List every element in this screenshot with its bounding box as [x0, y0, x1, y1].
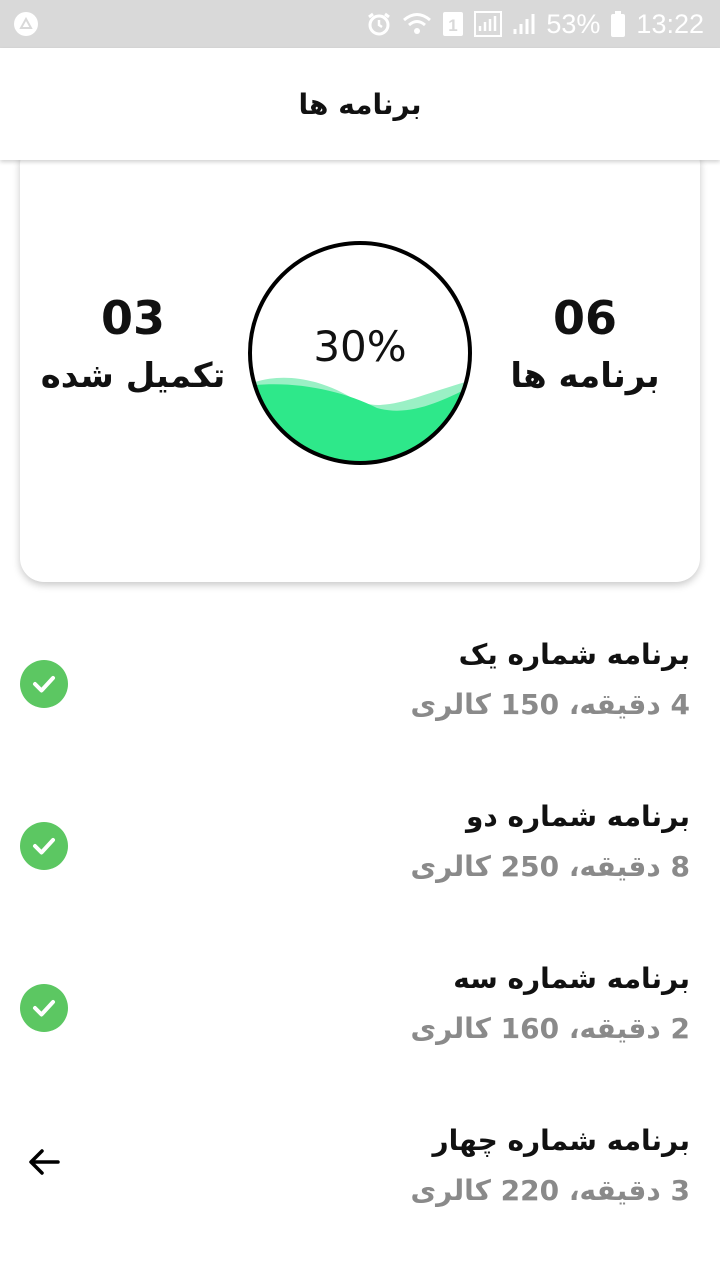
- check-circle-icon: [20, 822, 68, 870]
- battery-icon: [610, 10, 626, 38]
- programs-label: برنامه ها: [510, 356, 660, 396]
- completed-stat: 03 تکمیل شده: [38, 290, 228, 396]
- check-circle-icon: [20, 660, 68, 708]
- program-subtitle: 4 دقیقه، 150 کالری: [410, 688, 690, 721]
- program-subtitle: 8 دقیقه، 250 کالری: [410, 850, 690, 883]
- alarm-icon: [366, 11, 392, 37]
- clock: 13:22: [636, 8, 704, 39]
- program-item-3[interactable]: برنامه شماره سه 2 دقیقه، 160 کالری: [0, 924, 720, 1074]
- programs-count: 06: [552, 291, 617, 345]
- app-notification-icon: [14, 12, 38, 36]
- program-title: برنامه شماره سه: [453, 962, 690, 995]
- program-title: برنامه شماره دو: [465, 800, 690, 833]
- check-circle-icon: [20, 984, 68, 1032]
- wifi-icon: [402, 12, 432, 36]
- program-title: برنامه شماره چهار: [432, 1124, 690, 1157]
- battery-percent: 53%: [546, 8, 601, 39]
- programs-stat: 06 برنامه ها: [500, 290, 670, 396]
- program-item-2[interactable]: برنامه شماره دو 8 دقیقه، 250 کالری: [0, 762, 720, 912]
- app-bar: برنامه ها: [0, 48, 720, 160]
- program-subtitle: 2 دقیقه، 160 کالری: [410, 1012, 690, 1045]
- program-item-1[interactable]: برنامه شماره یک 4 دقیقه، 150 کالری: [0, 600, 720, 750]
- program-subtitle: 3 دقیقه، 220 کالری: [410, 1174, 690, 1207]
- signal-box-icon: [474, 11, 503, 37]
- sim-badge-text: 1: [449, 16, 458, 35]
- sim-icon: 1: [442, 11, 464, 37]
- page-title: برنامه ها: [298, 87, 422, 121]
- arrow-left-icon[interactable]: [26, 1144, 62, 1180]
- summary-card: 03 تکمیل شده 30% 06 برنامه ها: [20, 140, 700, 582]
- progress-percent: 30%: [313, 322, 407, 371]
- completed-label: تکمیل شده: [40, 356, 226, 396]
- completed-count: 03: [100, 291, 165, 345]
- signal-icon: [512, 12, 536, 36]
- program-item-4[interactable]: برنامه شماره چهار 3 دقیقه، 220 کالری: [0, 1086, 720, 1236]
- status-bar: 1 53% 13:22: [0, 0, 720, 48]
- program-title: برنامه شماره یک: [458, 638, 690, 671]
